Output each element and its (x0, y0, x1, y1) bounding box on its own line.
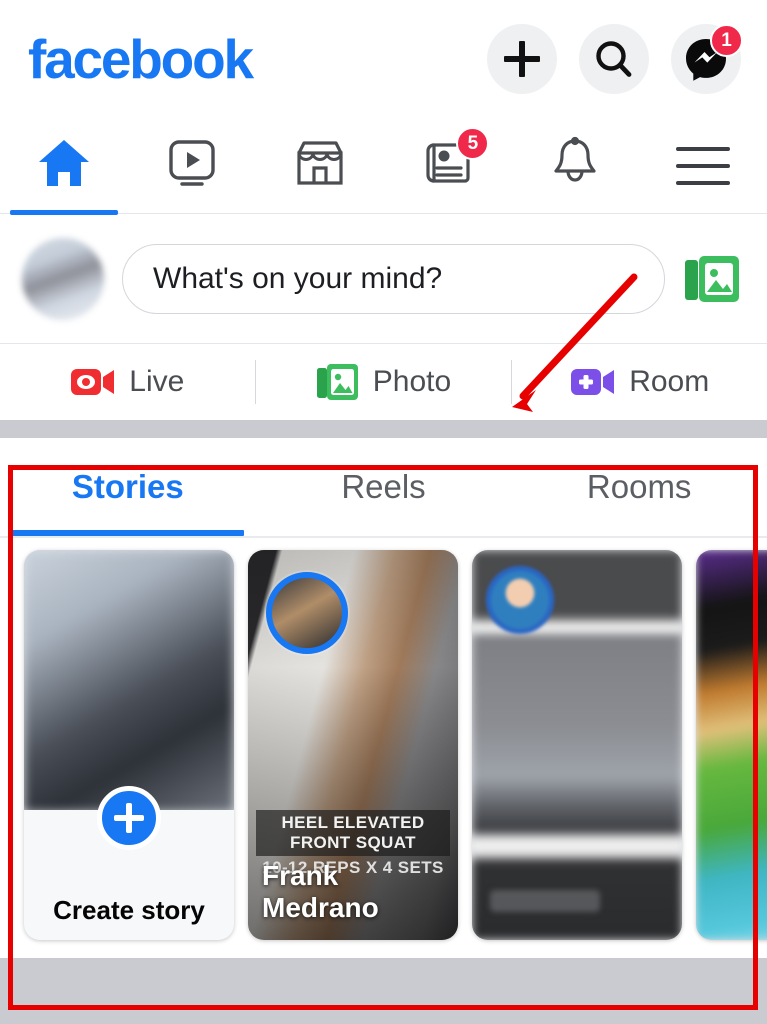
video-icon (166, 137, 218, 194)
photo-icon (316, 364, 358, 400)
stories-panel: Stories Reels Rooms Create story HEEL EL… (0, 438, 767, 958)
store-icon (293, 137, 347, 194)
story-caption-line-1: HEEL ELEVATED FRONT SQUAT (256, 810, 450, 856)
user-avatar[interactable] (22, 237, 104, 320)
photo-action-button[interactable]: Photo (256, 344, 511, 420)
composer-input[interactable]: What's on your mind? (122, 243, 665, 314)
nav-tab-news[interactable]: 5 (383, 118, 511, 213)
tab-rooms-label: Rooms (586, 468, 692, 505)
tab-stories[interactable]: Stories (0, 438, 256, 536)
story-avatar (486, 566, 554, 634)
search-icon (596, 41, 632, 77)
plus-icon (504, 41, 540, 77)
story-card[interactable] (696, 550, 767, 940)
home-icon (36, 137, 92, 194)
tab-rooms[interactable]: Rooms (511, 438, 767, 536)
create-button[interactable] (487, 24, 557, 94)
app-header: facebook 1 (0, 0, 767, 118)
stories-tab-bar: Stories Reels Rooms (0, 438, 767, 536)
messenger-button[interactable]: 1 (671, 24, 743, 94)
facebook-logo[interactable]: facebook (28, 31, 254, 87)
nav-tab-marketplace[interactable] (256, 118, 384, 213)
plus-icon[interactable] (97, 786, 161, 850)
live-action-button[interactable]: Live (0, 344, 255, 420)
create-story-thumbnail (24, 550, 234, 812)
story-card-strip[interactable]: Create story HEEL ELEVATED FRONT SQUAT 1… (0, 538, 767, 958)
live-label: Live (129, 365, 185, 398)
messenger-badge: 1 (710, 24, 743, 57)
room-action-button[interactable]: Room (512, 344, 767, 420)
live-video-icon (71, 369, 115, 395)
story-thumbnail (696, 550, 767, 940)
photo-gallery-icon[interactable] (683, 254, 741, 304)
search-button[interactable] (579, 24, 649, 94)
news-feed-icon: 5 (421, 127, 490, 194)
story-card[interactable]: HEEL ELEVATED FRONT SQUAT 10-12 REPS X 4… (248, 550, 458, 940)
main-nav-tabs: 5 (0, 118, 767, 215)
news-badge: 5 (456, 127, 490, 160)
nav-tab-home[interactable] (0, 118, 128, 215)
header-actions: 1 (487, 24, 743, 94)
story-card[interactable] (472, 550, 682, 940)
composer-action-row: Live Photo Room (0, 344, 767, 420)
tab-reels-label: Reels (341, 468, 426, 505)
story-author-name (490, 890, 600, 912)
story-avatar (266, 572, 348, 654)
create-story-label: Create story (53, 895, 205, 925)
create-story-card[interactable]: Create story (24, 550, 234, 940)
post-composer: What's on your mind? (0, 214, 767, 344)
nav-tab-watch[interactable] (128, 118, 256, 213)
tab-stories-label: Stories (71, 468, 184, 505)
nav-tab-notifications[interactable] (511, 118, 639, 213)
tab-reels[interactable]: Reels (256, 438, 512, 536)
bell-icon (550, 136, 600, 195)
story-author-name: Frank Medrano (262, 860, 379, 923)
hamburger-menu-icon (676, 146, 731, 185)
facebook-mobile-screen: facebook 1 5 What's on your mind? Live P… (0, 0, 767, 1024)
room-label: Room (629, 365, 710, 398)
nav-tab-menu[interactable] (639, 118, 767, 213)
room-video-icon (571, 369, 615, 395)
section-gap (0, 420, 767, 438)
photo-label: Photo (372, 365, 452, 398)
